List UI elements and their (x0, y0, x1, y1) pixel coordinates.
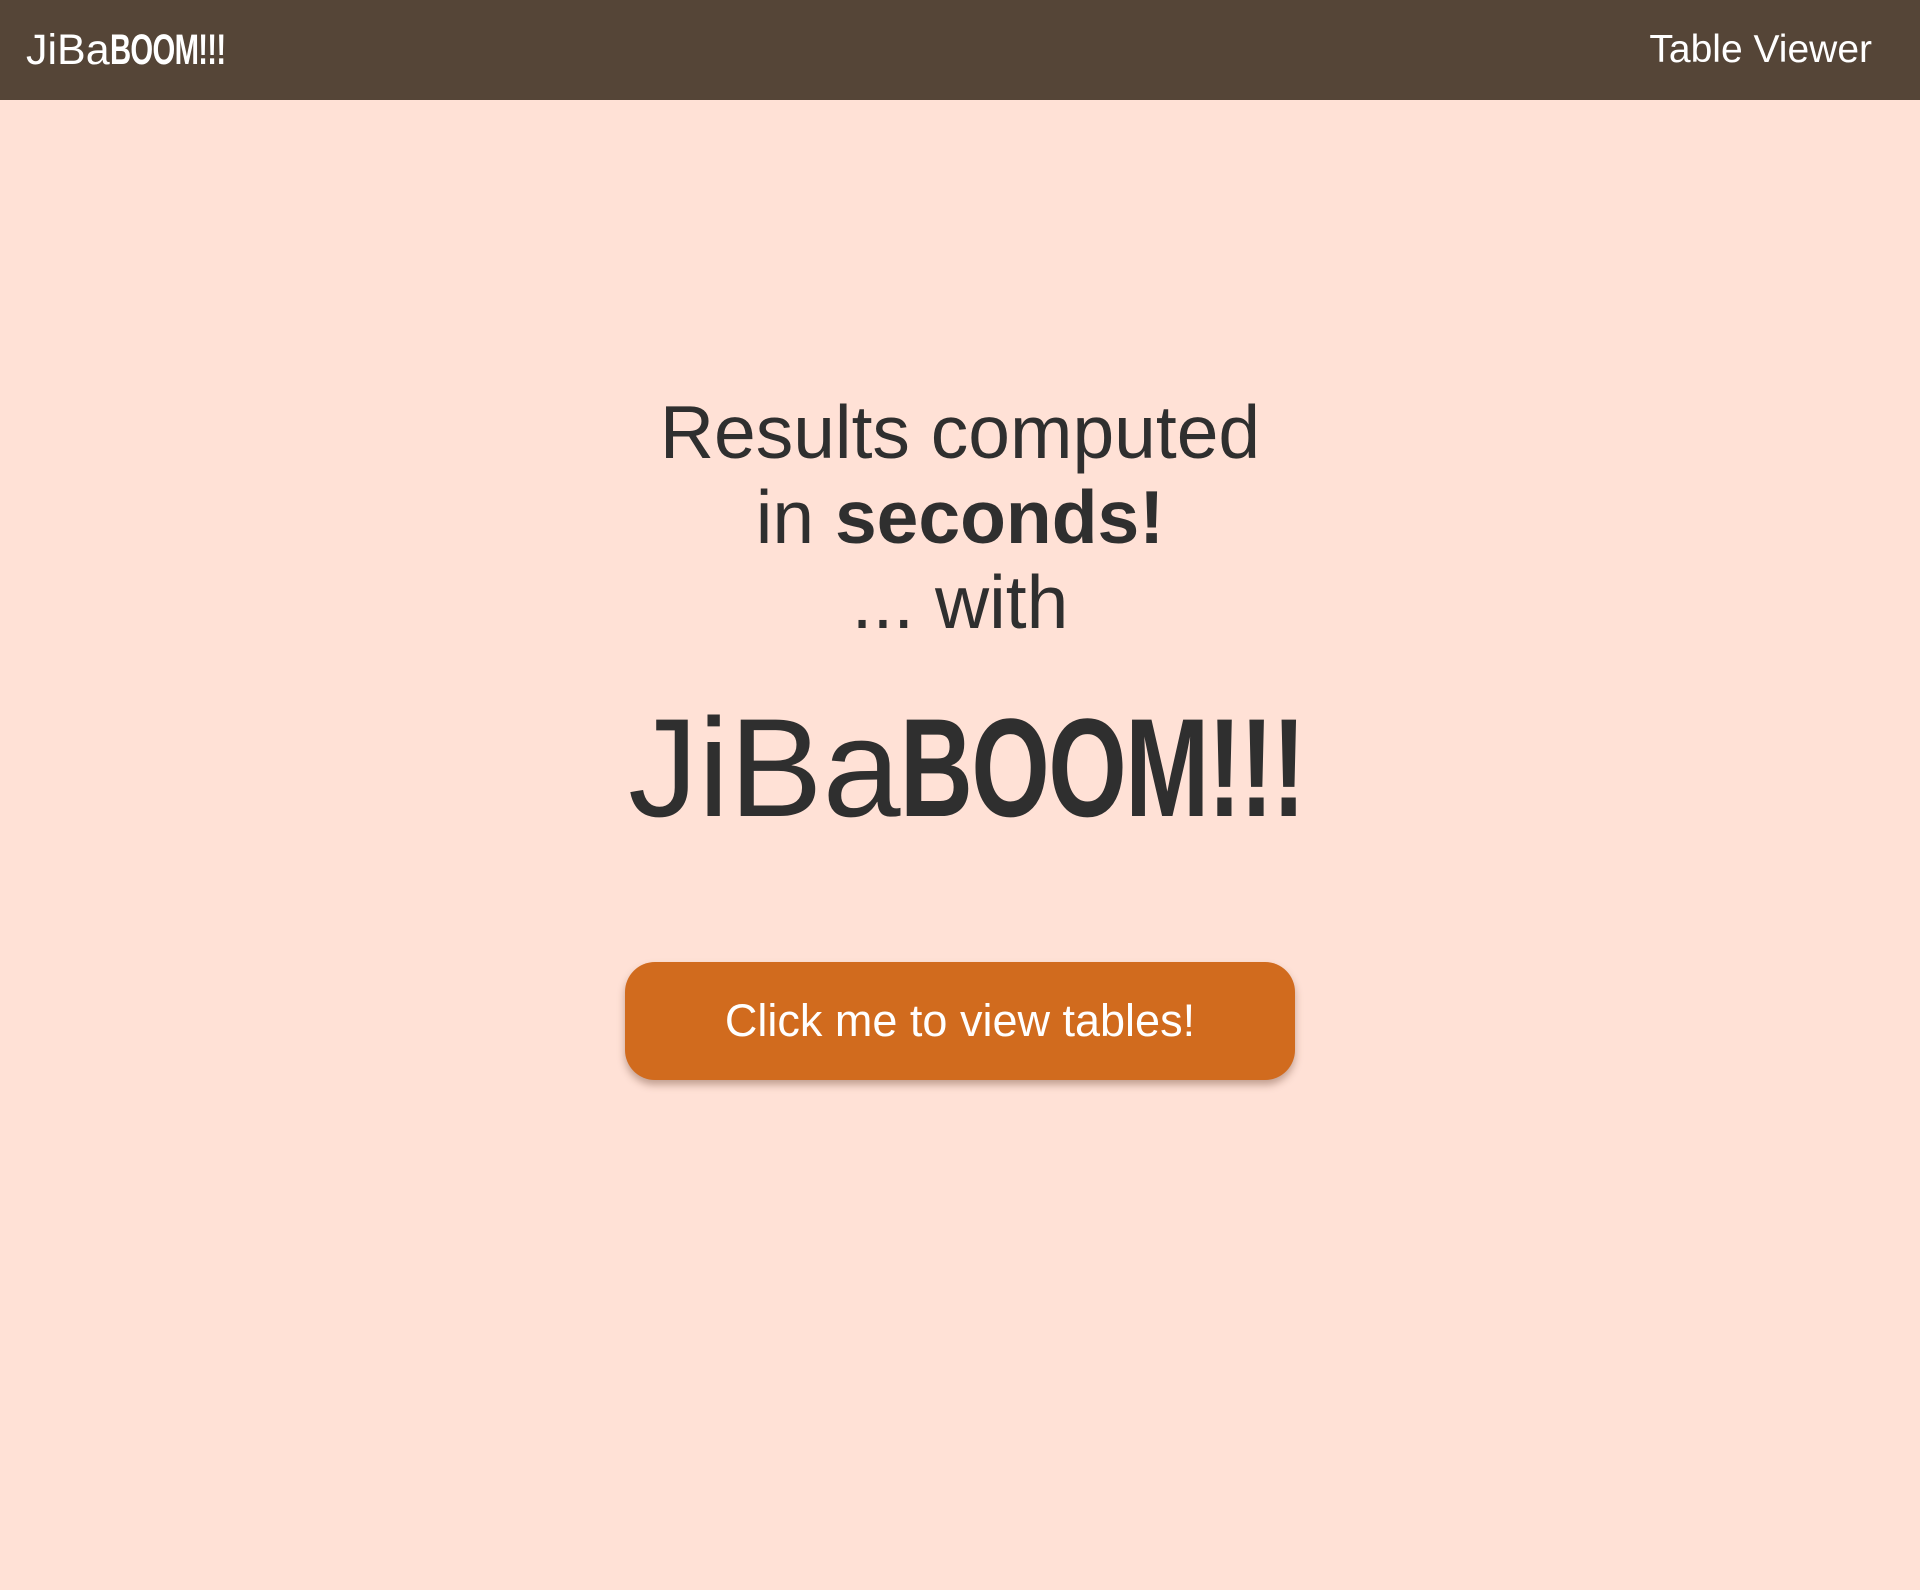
tagline-line-1: Results computed (659, 390, 1261, 474)
view-tables-button[interactable]: Click me to view tables! (625, 962, 1295, 1080)
hero-logo-prefix: JiBa (628, 689, 901, 846)
tagline-line-3: ... with (851, 560, 1069, 644)
hero-logo-suffix: BOOM!!! (900, 689, 1306, 846)
tagline-line-2: in seconds! (0, 475, 1920, 560)
hero-logo-wordmark: JiBaBOOM!!! (628, 693, 1312, 843)
tagline-line-2-prefix: in (755, 475, 835, 559)
brand-suffix: BOOM!!! (109, 26, 226, 74)
hero-logo: JiBaBOOM!!! (0, 693, 1920, 843)
nav-link-table-viewer[interactable]: Table Viewer (1649, 26, 1872, 74)
brand-prefix: JiBa (26, 26, 110, 74)
tagline-emphasis: seconds! (834, 475, 1165, 559)
nav-brand-logo[interactable]: JiBaBOOM!!! (26, 26, 279, 74)
hero-tagline: Results computed in seconds! ... with (0, 390, 1920, 645)
top-navbar: JiBaBOOM!!! Table Viewer (0, 0, 1920, 100)
